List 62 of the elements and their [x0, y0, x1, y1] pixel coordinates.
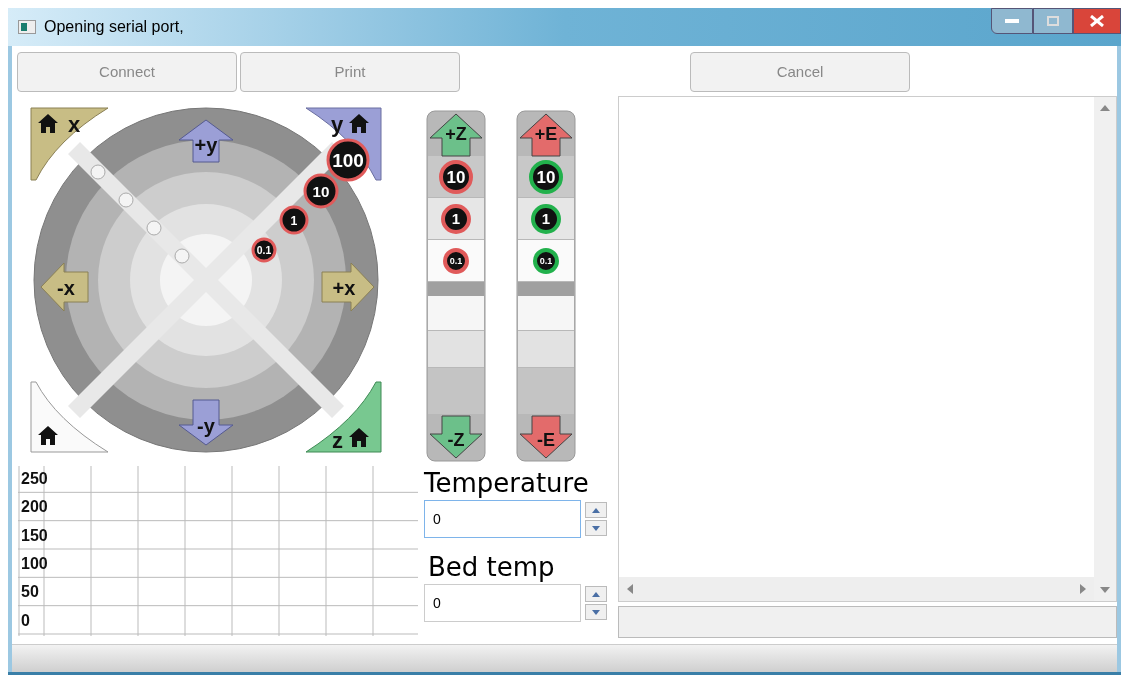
- y-axis-label: 250: [21, 470, 48, 487]
- bed-temp-label: Bed temp: [428, 551, 556, 584]
- home-all-button[interactable]: [30, 381, 109, 453]
- jog-minus-button[interactable]: -Z: [429, 415, 483, 459]
- track-hole: [90, 164, 106, 180]
- scroll-left-icon: [627, 584, 633, 594]
- minus-x-button[interactable]: -x: [40, 262, 89, 312]
- temperature-label: Temperature: [424, 467, 590, 500]
- y-axis-label: 50: [21, 583, 39, 601]
- step-button[interactable]: 10: [439, 160, 473, 194]
- scroll-down-icon: [1100, 587, 1110, 593]
- up-triangle-icon: [592, 507, 600, 513]
- spin-down-button[interactable]: [585, 520, 607, 536]
- step-button[interactable]: 0.1: [533, 248, 559, 274]
- home-x-button[interactable]: x: [30, 107, 109, 181]
- minus-y-button[interactable]: -y: [178, 399, 234, 446]
- home-icon: [349, 114, 369, 133]
- y-axis-label: 150: [21, 526, 48, 544]
- command-field[interactable]: [618, 606, 1117, 638]
- home-icon: [38, 114, 58, 133]
- track-hole: [174, 248, 190, 264]
- y-axis-label: 100: [21, 555, 48, 572]
- step-button[interactable]: 1: [441, 204, 471, 234]
- jog-plus-button[interactable]: +E: [519, 113, 573, 157]
- spin-up-button[interactable]: [585, 502, 607, 518]
- home-z-button[interactable]: z: [305, 381, 382, 453]
- plus-y-button[interactable]: +y: [178, 119, 234, 163]
- scroll-right-icon: [1080, 584, 1086, 594]
- jog-minus-button[interactable]: -E: [519, 415, 573, 459]
- horizontal-scrollbar[interactable]: [619, 577, 1094, 601]
- track-hole: [146, 220, 162, 236]
- plus-x-button[interactable]: +x: [321, 262, 375, 312]
- temperature-field[interactable]: 0: [424, 584, 581, 622]
- y-axis-label: 0: [21, 611, 30, 629]
- scroll-up-icon: [1100, 105, 1110, 111]
- step-button[interactable]: 0.1: [251, 237, 277, 263]
- spin-up-button[interactable]: [585, 586, 607, 602]
- minimize-button[interactable]: [991, 8, 1033, 34]
- window-title: Opening serial port,: [44, 17, 184, 37]
- down-triangle-icon: [592, 525, 600, 531]
- step-button[interactable]: 10: [303, 173, 339, 209]
- y-axis-label: 200: [21, 498, 48, 516]
- home-icon: [349, 428, 369, 447]
- vertical-scrollbar[interactable]: [1094, 97, 1116, 601]
- step-button[interactable]: 10: [529, 160, 563, 194]
- spin-down-button[interactable]: [585, 604, 607, 620]
- up-triangle-icon: [592, 591, 600, 597]
- minimize-icon: [1005, 19, 1019, 23]
- home-icon: [38, 426, 58, 445]
- maximize-icon: [1047, 16, 1059, 26]
- step-button[interactable]: 1: [279, 205, 309, 235]
- down-triangle-icon: [592, 609, 600, 615]
- track-hole: [118, 192, 134, 208]
- step-button[interactable]: 1: [531, 204, 561, 234]
- step-button[interactable]: 100: [326, 138, 370, 182]
- app-icon: [18, 20, 36, 34]
- temperature-field[interactable]: 0: [424, 500, 581, 538]
- jog-plus-button[interactable]: +Z: [429, 113, 483, 157]
- close-icon: [1090, 15, 1104, 27]
- close-button[interactable]: [1073, 8, 1121, 34]
- step-button[interactable]: 0.1: [443, 248, 469, 274]
- maximize-button[interactable]: [1033, 8, 1073, 34]
